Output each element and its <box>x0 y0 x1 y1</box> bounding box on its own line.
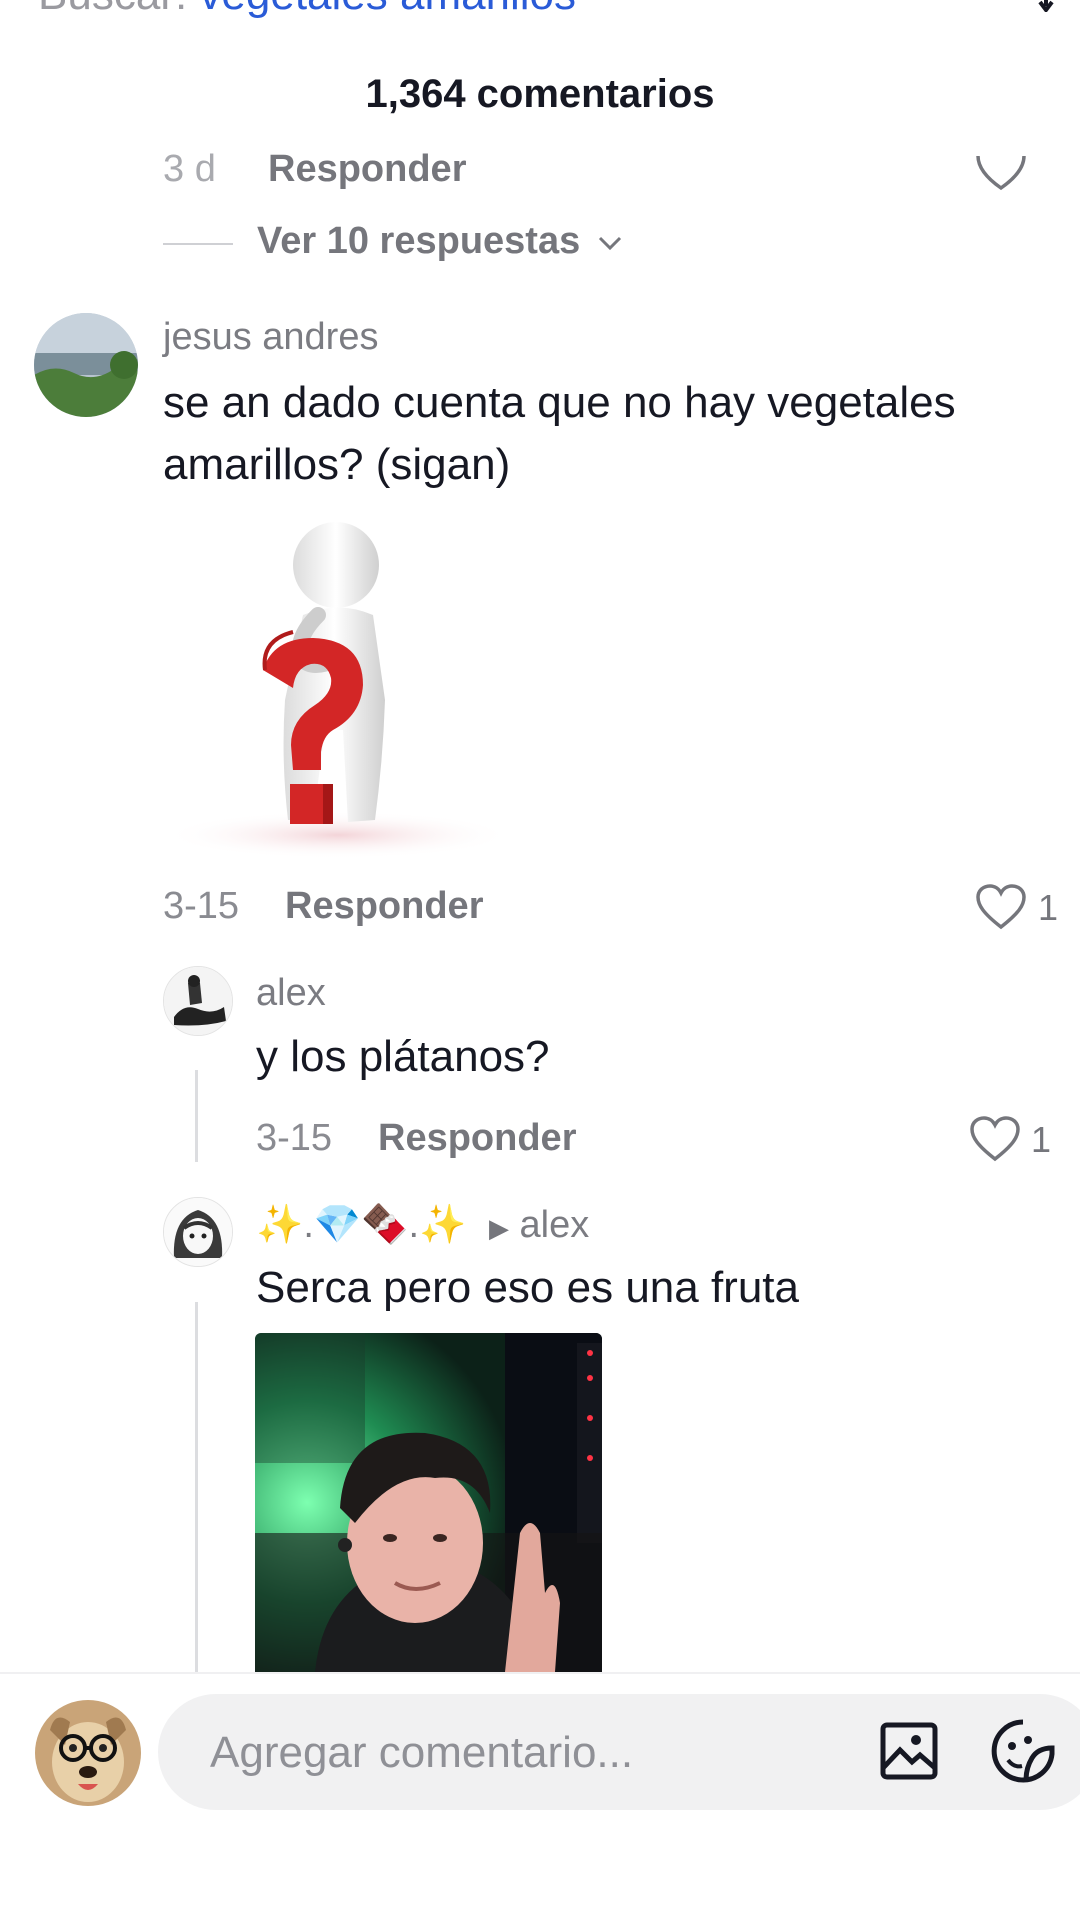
emoji-sticker-icon[interactable] <box>990 1718 1056 1784</box>
heart-icon[interactable] <box>975 883 1027 931</box>
view-replies-label: Ver 10 respuestas <box>257 220 581 262</box>
reply-to-username[interactable]: alex <box>520 1204 590 1246</box>
reply-username[interactable]: alex <box>256 972 326 1015</box>
avatar[interactable] <box>163 1197 233 1267</box>
reply-image[interactable] <box>255 1333 602 1672</box>
chevron-down-icon <box>598 236 621 251</box>
comments-count: 1,364 comentarios <box>365 72 715 116</box>
reply-header: ✨.💎🍫.✨ ▶ alex <box>256 1203 589 1247</box>
search-bar[interactable]: Buscar: vegetales amarillos <box>38 0 576 20</box>
reply-thread-line <box>195 1070 198 1162</box>
heart-icon[interactable] <box>975 152 1027 192</box>
reply-username[interactable]: ✨.💎🍫.✨ <box>256 1204 466 1246</box>
comment-sticker-image[interactable] <box>163 520 513 859</box>
like-count: 1 <box>1031 1119 1052 1160</box>
avatar[interactable] <box>163 966 233 1036</box>
comment-text-line: amarillos? (sigan) <box>163 440 511 489</box>
reply-text: y los plátanos? <box>256 1032 550 1081</box>
comment-text: se an dado cuenta que no hay vegetales a… <box>163 372 956 496</box>
filter-icon[interactable] <box>1018 0 1058 12</box>
search-prefix: Buscar: <box>38 0 187 19</box>
like-count: 1 <box>1038 887 1059 928</box>
avatar[interactable] <box>34 313 138 417</box>
reply-thread-line <box>195 1302 198 1672</box>
comment-input[interactable] <box>208 1722 812 1784</box>
comment-username[interactable]: jesus andres <box>163 316 378 359</box>
reply-button[interactable]: Responder <box>285 885 483 928</box>
reply-time: 3-15 <box>256 1117 333 1159</box>
comment-time: 3-15 <box>163 885 240 927</box>
heart-icon[interactable] <box>969 1115 1021 1163</box>
reply-button[interactable]: Responder <box>378 1117 576 1160</box>
view-replies-button[interactable]: Ver 10 respuestas <box>257 220 623 263</box>
reply-button[interactable]: Responder <box>268 148 466 191</box>
search-query: vegetales amarillos <box>199 0 576 19</box>
comment-input-container <box>158 1694 1080 1810</box>
image-icon[interactable] <box>880 1722 938 1780</box>
reply-arrow-icon: ▶ <box>488 1213 509 1243</box>
reply-text: Serca pero eso es una fruta <box>256 1263 799 1312</box>
comment-time: 3 d <box>163 148 216 190</box>
my-avatar[interactable] <box>35 1700 141 1806</box>
thread-divider <box>163 243 233 245</box>
comment-text-line: se an dado cuenta que no hay vegetales <box>163 378 956 427</box>
